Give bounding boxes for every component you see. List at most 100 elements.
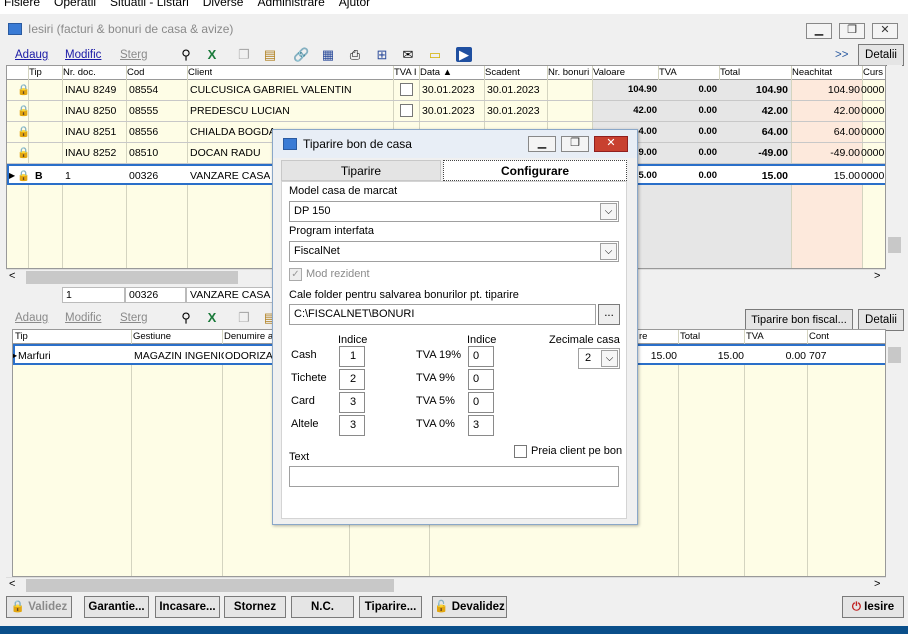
col-cod[interactable]: Cod [127,66,144,79]
top-vertical-scrollbar[interactable] [887,65,902,269]
col-tip[interactable]: Tip [29,66,42,79]
col-tva[interactable]: TVA [659,66,677,79]
table-row[interactable]: 🔒 INAU 8249 08554 CULCUSICA GABRIEL VALE… [7,80,885,101]
folder-icon[interactable]: ▭ [427,47,443,62]
scroll-right-icon[interactable]: > [874,270,880,282]
close-icon[interactable]: ✕ [872,23,898,39]
calculator-icon[interactable]: ▦ [320,47,336,62]
resident-label: Mod rezident [306,268,370,280]
lock-icon: 🔒 [17,105,31,117]
vat9-index-input[interactable]: 0 [468,369,494,390]
add-button[interactable]: Adaug [15,46,48,64]
col-valoare[interactable]: Valoare [593,66,625,79]
chevron-down-icon[interactable]: ⌵ [601,350,618,367]
reverse-button[interactable]: Stornez [224,596,286,618]
next-icon[interactable]: ▶ [456,47,472,62]
dialog-restore-icon[interactable]: ❐ [561,136,589,152]
printer-icon[interactable]: ⎙ [347,47,363,62]
menu-situatii[interactable]: Situatii - Listari [110,0,189,9]
scroll-left-icon[interactable]: < [9,578,15,590]
dialog-minimize-icon[interactable]: ▁ [528,136,556,152]
chevron-down-icon[interactable]: ⌵ [600,243,617,260]
vat19-index-input[interactable]: 0 [468,346,494,367]
model-select[interactable]: DP 150 ⌵ [289,201,619,222]
folder-input[interactable]: C:\FISCALNET\BONURI [289,304,596,325]
col-tva-i[interactable]: TVA I [394,66,417,79]
minimize-icon[interactable]: ▁ [806,23,832,39]
tab-tiparire[interactable]: Tiparire [281,160,441,181]
print-fiscal-receipt-button[interactable]: Tiparire bon fiscal... [745,309,853,331]
col-client[interactable]: Client [188,66,212,79]
browse-folder-button[interactable]: ... [598,304,620,325]
nc-button[interactable]: N.C. [291,596,354,618]
restore-icon[interactable]: ❐ [839,23,865,39]
details-button-bottom[interactable]: Detalii [858,309,904,331]
print-receipt-dialog: Tiparire bon de casa ▁ ❐ ✕ Tiparire Conf… [272,129,638,525]
tab-configurare[interactable]: Configurare [443,160,627,181]
invalidate-button[interactable]: 🔓 Devalidez [432,596,507,618]
tva-i-checkbox[interactable] [400,83,413,96]
other-index-input[interactable]: 3 [339,415,365,436]
dialog-title: Tiparire bon de casa [303,137,412,151]
tickets-index-input[interactable]: 2 [339,369,365,390]
link-icon[interactable]: 🔗 [293,47,309,62]
col-nr-doc[interactable]: Nr. doc. [63,66,96,79]
selected-doc-strip: 1 00326 VANZARE CASA M [62,287,282,303]
col-curs[interactable]: Curs [863,66,883,79]
chevron-down-icon[interactable]: ⌵ [600,203,617,220]
scroll-right-icon[interactable]: > [874,578,880,590]
menu-administrare[interactable]: Administrare [257,0,324,9]
delete-button[interactable]: Sterg [120,46,148,64]
paste-icon[interactable]: ▤ [262,47,278,62]
text-label: Text [289,451,310,463]
col-neachitat[interactable]: Neachitat [792,66,832,79]
vat0-index-input[interactable]: 3 [468,415,494,436]
copy-icon[interactable]: ❐ [236,47,252,62]
bottom-horizontal-scrollbar[interactable]: < > [6,577,886,592]
add-line-button[interactable]: Adaug [15,309,48,327]
menu-diverse[interactable]: Diverse [203,0,244,9]
vat-index-header: Indice [467,334,497,346]
modify-button[interactable]: Modific [65,46,101,64]
menu-fisiere[interactable]: Fisiere [4,0,40,9]
tree-icon[interactable]: ⊞ [374,47,390,62]
excel-icon[interactable]: X [204,47,220,62]
binoculars-icon[interactable]: ⚲ [178,47,194,62]
resident-checkbox[interactable]: ✓ [289,268,302,281]
program-select[interactable]: FiscalNet ⌵ [289,241,619,262]
copy-icon[interactable]: ❐ [236,310,252,325]
row-pointer-icon: ▶ [13,346,17,366]
mail-icon[interactable]: ✉ [400,47,416,62]
bottom-vertical-scrollbar[interactable] [887,343,902,577]
text-input[interactable] [289,466,619,487]
col-data[interactable]: Data ▲ [420,66,452,79]
scroll-left-icon[interactable]: < [9,270,15,282]
warranty-button[interactable]: Garantie... [84,596,149,618]
more-button[interactable]: >> [835,46,848,64]
modify-line-button[interactable]: Modific [65,309,101,327]
take-client-checkbox[interactable] [514,445,527,458]
cash-index-input[interactable]: 1 [339,346,365,367]
col-scadent[interactable]: Scadent [485,66,520,79]
dialog-titlebar: Tiparire bon de casa ▁ ❐ ✕ [273,130,637,158]
vat5-index-input[interactable]: 0 [468,392,494,413]
delete-line-button[interactable]: Sterg [120,309,148,327]
exit-button[interactable]: ⏻ Iesire [842,596,904,618]
menu-operatii[interactable]: Operatii [54,0,96,9]
unlock-icon: 🔓 [434,601,449,613]
table-row[interactable]: 🔒 INAU 8250 08555 PREDESCU LUCIAN 30.01.… [7,101,885,122]
tva-i-checkbox[interactable] [400,104,413,117]
print-button[interactable]: Tiparire... [359,596,422,618]
validate-button[interactable]: 🔒 Validez [6,596,72,618]
decimals-select[interactable]: 2 ⌵ [578,348,620,369]
cashing-button[interactable]: Incasare... [155,596,220,618]
binoculars-icon[interactable]: ⚲ [178,310,194,325]
col-nr-bonuri[interactable]: Nr. bonuri [548,66,589,79]
menu-ajutor[interactable]: Ajutor [339,0,370,9]
col-total[interactable]: Total [720,66,740,79]
dialog-close-icon[interactable]: ✕ [594,136,628,152]
excel-icon[interactable]: X [204,310,220,325]
lock-icon: 🔒 [17,84,31,96]
details-button-top[interactable]: Detalii [858,44,904,66]
card-index-input[interactable]: 3 [339,392,365,413]
